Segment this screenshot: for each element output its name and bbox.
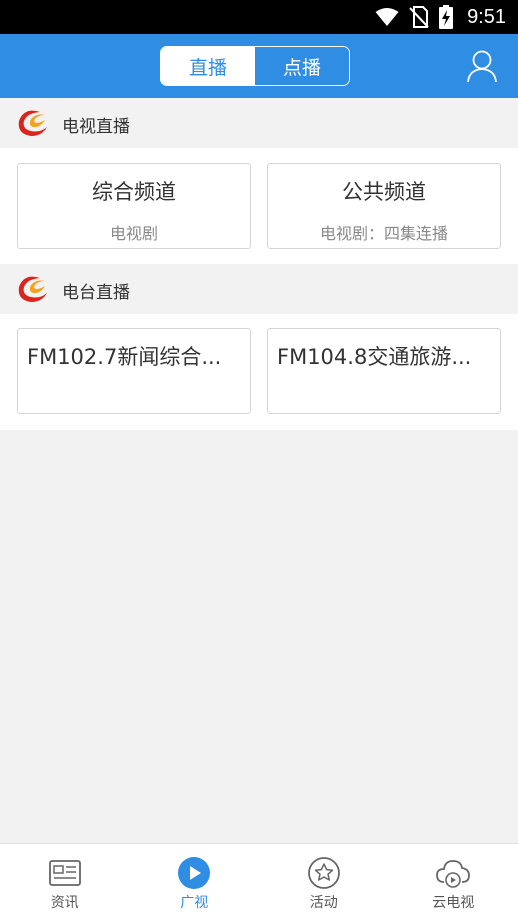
status-icons: 9:51 [375, 0, 506, 34]
tab-news[interactable]: 资讯 [0, 844, 130, 922]
tab-label: 广视 [180, 895, 209, 911]
tab-live[interactable]: 直播 [161, 47, 255, 85]
tab-label: 云电视 [432, 895, 475, 911]
tab-activity[interactable]: 活动 [259, 844, 389, 922]
section-title: 电台直播 [62, 283, 130, 303]
tab-label: 活动 [309, 895, 338, 911]
status-time: 9:51 [467, 5, 506, 28]
play-icon [178, 857, 211, 889]
station-logo-icon [18, 276, 47, 302]
tab-label: 资讯 [50, 895, 79, 911]
section-title: 电视直播 [62, 117, 130, 137]
channel-name: 综合频道 [92, 180, 176, 204]
no-sim-icon [409, 6, 429, 28]
radio-card[interactable]: FM102.7新闻综合... [17, 328, 251, 414]
star-icon [307, 857, 340, 889]
news-icon [48, 860, 81, 886]
live-vod-toggle: 直播 点播 [160, 46, 350, 86]
bottom-tab-bar: 资讯 广视 活动 云电视 [0, 843, 518, 922]
tab-broadcast[interactable]: 广视 [130, 844, 260, 922]
radio-name: FM102.7新闻综合... [27, 345, 222, 369]
radio-name: FM104.8交通旅游... [277, 345, 472, 369]
channel-card[interactable]: 综合频道 电视剧 [17, 163, 251, 249]
radio-card[interactable]: FM104.8交通旅游... [267, 328, 501, 414]
tv-channel-panel: 综合频道 电视剧 公共频道 电视剧：四集连播 [0, 148, 518, 264]
user-icon[interactable] [466, 49, 498, 83]
battery-charging-icon [439, 5, 454, 29]
channel-program: 电视剧：四集连播 [319, 224, 448, 243]
tab-vod[interactable]: 点播 [255, 47, 349, 85]
section-header-tv: 电视直播 [0, 98, 518, 148]
station-logo-icon [18, 110, 47, 136]
channel-card[interactable]: 公共频道 电视剧：四集连播 [267, 163, 501, 249]
cloud-tv-icon [436, 860, 471, 888]
app-header: 直播 点播 [0, 34, 518, 98]
section-header-radio: 电台直播 [0, 264, 518, 314]
tab-cloud-tv[interactable]: 云电视 [389, 844, 518, 922]
wifi-icon [375, 8, 399, 26]
channel-name: 公共频道 [342, 180, 426, 204]
status-bar: 9:51 [0, 0, 518, 34]
radio-channel-panel: FM102.7新闻综合... FM104.8交通旅游... [0, 314, 518, 430]
channel-program: 电视剧 [109, 224, 158, 243]
